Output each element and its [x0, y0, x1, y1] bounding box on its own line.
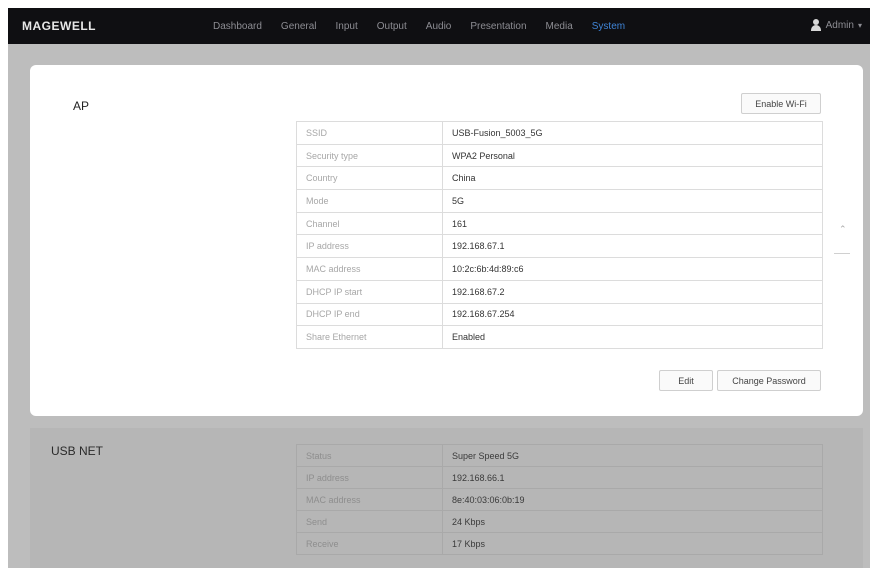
table-row: MAC address 8e:40:03:06:0b:19 [296, 488, 823, 511]
row-value: 161 [442, 211, 823, 236]
row-value: WPA2 Personal [442, 143, 823, 168]
table-row: DHCP IP start 192.168.67.2 [296, 279, 823, 304]
row-key: Share Ethernet [296, 325, 443, 349]
row-value: Enabled [442, 325, 823, 349]
row-key: Channel [296, 211, 443, 236]
table-row: Send 24 Kbps [296, 510, 823, 533]
table-row: Mode 5G [296, 189, 823, 213]
table-row: Security type WPA2 Personal [296, 143, 823, 168]
row-key: DHCP IP end [296, 302, 443, 327]
row-key: Send [296, 510, 443, 533]
row-key: Status [296, 444, 443, 467]
ap-title: AP [73, 99, 90, 113]
user-name: Admin [825, 19, 854, 31]
row-key: Mode [296, 189, 443, 213]
nav-system[interactable]: System [592, 21, 625, 32]
row-value: USB-Fusion_5003_5G [442, 121, 823, 145]
row-value: 10:2c:6b:4d:89:c6 [442, 257, 823, 281]
row-key: IP address [296, 234, 443, 259]
table-row: IP address 192.168.67.1 [296, 234, 823, 259]
row-value: China [442, 166, 823, 191]
user-icon [810, 19, 821, 31]
usb-net-table: Status Super Speed 5G IP address 192.168.6… [296, 444, 823, 555]
row-value: 192.168.66.1 [442, 466, 823, 489]
nav-presentation[interactable]: Presentation [470, 21, 526, 32]
main-nav: Dashboard General Input Output Audio Pre… [213, 8, 644, 44]
ap-card: AP Enable Wi-Fi SSID USB-Fusion_5003_5G S… [30, 65, 863, 416]
table-row: Channel 161 [296, 211, 823, 236]
nav-dashboard[interactable]: Dashboard [213, 21, 262, 32]
row-value: 8e:40:03:06:0b:19 [442, 488, 823, 511]
top-navbar: MAGEWELL Dashboard General Input Output … [8, 8, 870, 44]
table-row: IP address 192.168.66.1 [296, 466, 823, 489]
table-row: DHCP IP end 192.168.67.254 [296, 302, 823, 327]
row-key: IP address [296, 466, 443, 489]
divider [834, 253, 850, 254]
change-password-button[interactable]: Change Password [717, 370, 821, 391]
row-key: SSID [296, 121, 443, 145]
row-key: MAC address [296, 257, 443, 281]
row-value: 192.168.67.254 [442, 302, 823, 327]
row-key: Security type [296, 143, 443, 168]
nav-input[interactable]: Input [336, 21, 358, 32]
row-value: 5G [442, 189, 823, 213]
row-value: 24 Kbps [442, 510, 823, 533]
row-value: 192.168.67.2 [442, 279, 823, 304]
row-key: Receive [296, 532, 443, 555]
edit-button[interactable]: Edit [659, 370, 713, 391]
nav-audio[interactable]: Audio [426, 21, 452, 32]
app-window: MAGEWELL Dashboard General Input Output … [8, 8, 870, 568]
row-value: 192.168.67.1 [442, 234, 823, 259]
scroll-top-icon[interactable]: ⌃ [839, 224, 850, 236]
chevron-down-icon: ▾ [857, 20, 862, 30]
table-row: MAC address 10:2c:6b:4d:89:c6 [296, 257, 823, 281]
row-key: Country [296, 166, 443, 191]
ap-info-table: SSID USB-Fusion_5003_5G Security type WPA2… [296, 121, 823, 349]
row-value: 17 Kbps [442, 532, 823, 555]
enable-wifi-button[interactable]: Enable Wi-Fi [741, 93, 821, 114]
table-row: Status Super Speed 5G [296, 444, 823, 467]
row-value: Super Speed 5G [442, 444, 823, 467]
table-row: Receive 17 Kbps [296, 532, 823, 555]
table-row: Country China [296, 166, 823, 191]
table-row: SSID USB-Fusion_5003_5G [296, 121, 823, 145]
brand-logo[interactable]: MAGEWELL [22, 19, 96, 33]
table-row: Share Ethernet Enabled [296, 325, 823, 349]
nav-general[interactable]: General [281, 21, 317, 32]
row-key: MAC address [296, 488, 443, 511]
usb-net-title: USB NET [51, 444, 104, 458]
nav-media[interactable]: Media [546, 21, 573, 32]
row-key: DHCP IP start [296, 279, 443, 304]
user-menu[interactable]: Admin ▾ [810, 19, 862, 31]
nav-output[interactable]: Output [377, 21, 407, 32]
